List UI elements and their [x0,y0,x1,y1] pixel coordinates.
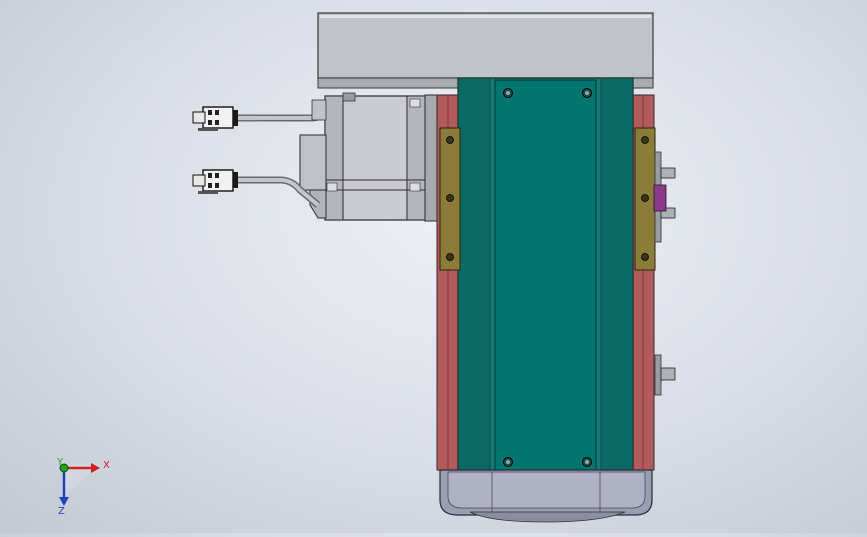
right-mounting-bracket[interactable] [634,127,656,271]
left-mounting-bracket[interactable] [439,127,461,271]
model-canvas[interactable]: X Y Z [0,0,867,533]
cad-viewport[interactable]: X Y Z [0,0,867,533]
y-axis-label: Y [56,457,64,468]
limit-sensor-upper[interactable] [653,151,676,243]
z-arrow-head [59,497,69,506]
x-arrow-head [91,463,100,473]
rail-end-cap[interactable] [439,469,653,523]
x-axis-label: X [103,460,110,471]
limit-sensor-lower[interactable] [654,354,676,396]
power-connector[interactable] [192,106,234,131]
coordinate-triad: X Y Z [56,457,110,517]
encoder-connector[interactable] [192,169,234,194]
power-cable[interactable] [232,99,327,126]
top-cover-plate[interactable] [317,12,654,89]
z-axis-label: Z [58,506,65,517]
linear-rail-body[interactable] [457,77,634,474]
coupling-housing [424,94,438,222]
